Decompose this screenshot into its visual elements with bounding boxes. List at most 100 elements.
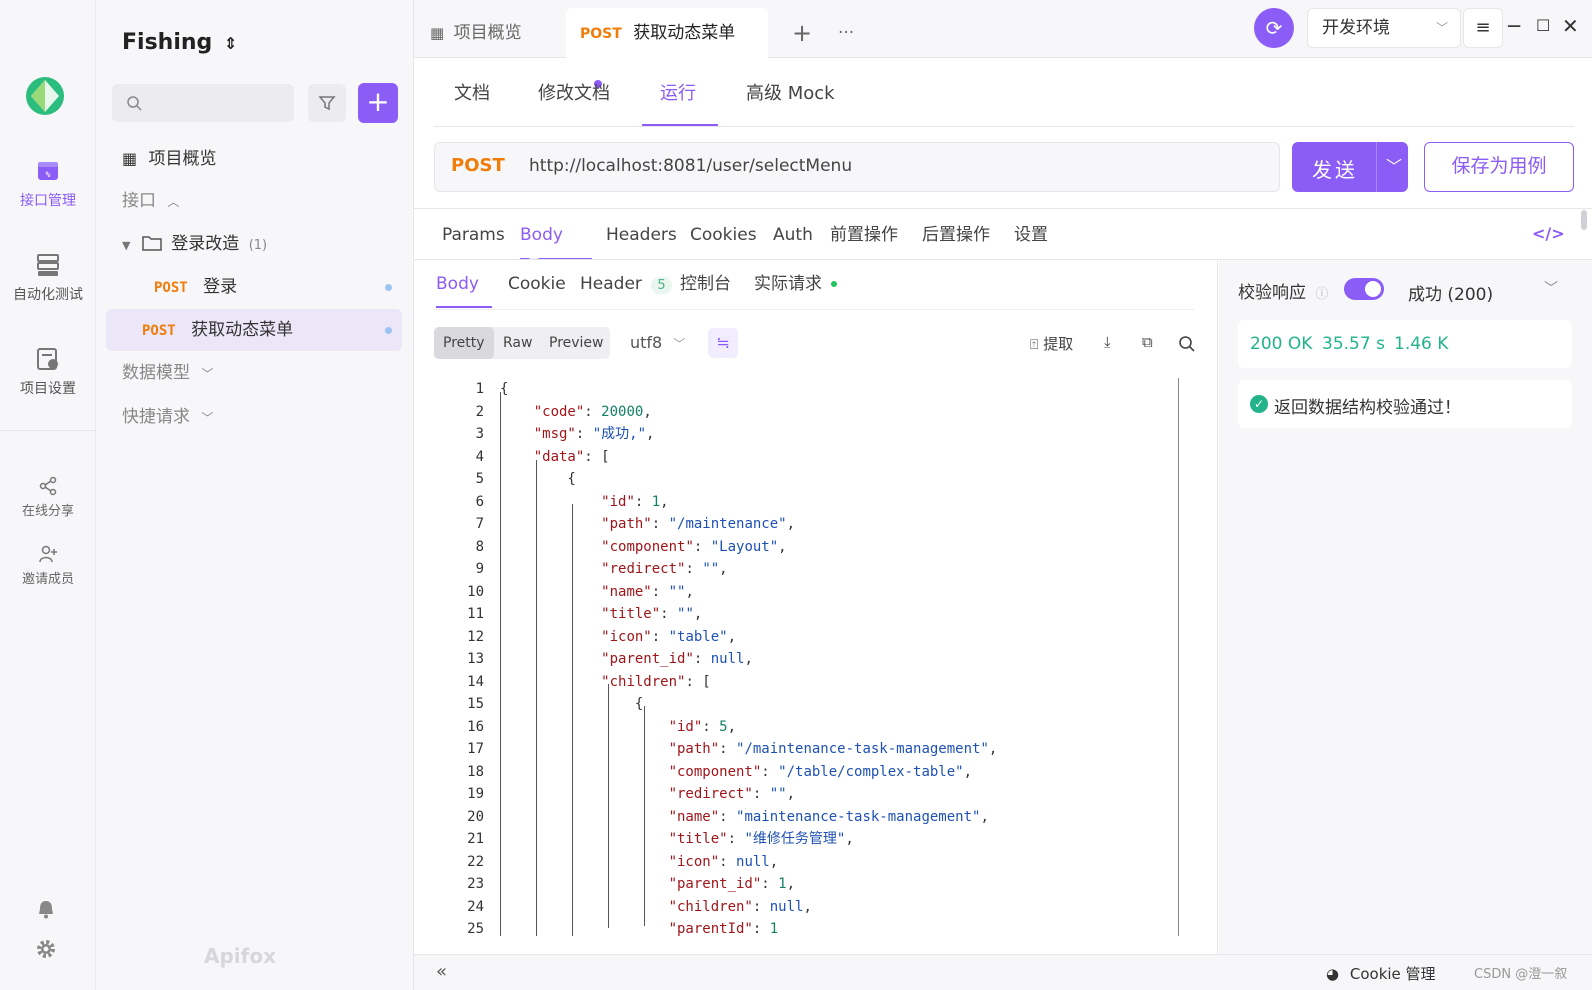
- save-as-case-button[interactable]: 保存为用例: [1424, 142, 1574, 192]
- rail-item-invite[interactable]: 邀请成员: [0, 544, 96, 587]
- tree-section-api[interactable]: 接口 ︿: [106, 180, 402, 222]
- send-button[interactable]: 发送 ﹀: [1292, 142, 1408, 192]
- url-input[interactable]: http://localhost:8081/user/selectMenu: [529, 156, 852, 176]
- param-tab-auth[interactable]: Auth: [773, 220, 813, 260]
- json-value: "": [702, 561, 720, 577]
- code-line: "title": "维修任务管理",: [668, 831, 854, 847]
- line-number: 12: [467, 628, 484, 645]
- http-status: 200 OK: [1250, 334, 1313, 354]
- left-rail: % 接口管理 自动化测试 项目设置 在线分享 邀请成员: [0, 0, 96, 990]
- response-time: 35.57 s: [1322, 334, 1385, 354]
- more-tabs-button[interactable]: ···: [824, 8, 868, 58]
- app-logo-icon: [26, 77, 64, 115]
- tree-endpoint-menu[interactable]: POST 获取动态菜单: [106, 309, 402, 351]
- chevron-down-icon[interactable]: ﹀: [1544, 278, 1558, 298]
- bell-icon[interactable]: [35, 898, 57, 920]
- line-number-gutter: 1 2 3 4 5 6 7 8 9 10 11 12 13 14 15 16 17 18 19 20 21 22 23 24 2…: [436, 378, 484, 936]
- format-raw[interactable]: Raw: [494, 327, 541, 359]
- plus-icon: +: [366, 85, 390, 118]
- folder-count: (1): [248, 238, 268, 253]
- menu-button[interactable]: ≡: [1463, 8, 1503, 48]
- minimize-button[interactable]: ─: [1508, 14, 1520, 38]
- copy-icon[interactable]: ⧉: [1142, 333, 1153, 351]
- subtab-run[interactable]: 运行: [642, 74, 718, 126]
- json-value: "table": [668, 628, 728, 645]
- status-bar: « ◕ Cookie 管理 CSDN @澄一叙: [414, 954, 1592, 990]
- environment-select[interactable]: 开发环境 ﹀: [1307, 8, 1461, 48]
- tree-item-overview[interactable]: ▦ 项目概览: [106, 138, 402, 180]
- response-tab-actual-request[interactable]: 实际请求: [754, 270, 838, 308]
- param-tab-pre[interactable]: 前置操作: [830, 220, 898, 260]
- search-icon[interactable]: [1178, 335, 1196, 353]
- extract-button[interactable]: ⍐ 提取: [1030, 333, 1073, 354]
- param-tab-body[interactable]: Body 1: [520, 220, 592, 275]
- gear-icon[interactable]: [35, 938, 57, 960]
- wrap-toggle[interactable]: ≒: [708, 328, 738, 358]
- cookie-manager-label: Cookie 管理: [1349, 965, 1436, 983]
- validate-status-select[interactable]: 成功 (200): [1408, 280, 1493, 305]
- watermark-text: CSDN @澄一叙: [1474, 967, 1568, 982]
- json-value: "maintenance-task-management": [736, 808, 981, 825]
- sync-button[interactable]: ⟳: [1254, 8, 1294, 48]
- response-code-editor[interactable]: 1 2 3 4 5 6 7 8 9 10 11 12 13 14 15 16 17 18 19 20 21 22 23 24 2…: [436, 378, 1198, 936]
- response-tab-body[interactable]: Body: [436, 270, 492, 308]
- status-dot: [831, 281, 838, 287]
- chevron-down-icon: ﹀: [1435, 21, 1448, 35]
- search-icon: [127, 96, 142, 111]
- brand-watermark: Apifox: [204, 944, 276, 968]
- add-button[interactable]: +: [358, 83, 398, 123]
- tree-section-data-model[interactable]: 数据模型 ﹀: [106, 352, 402, 394]
- rail-item-share[interactable]: 在线分享: [0, 476, 96, 519]
- new-tab-button[interactable]: +: [778, 8, 826, 58]
- param-tab-settings[interactable]: 设置: [1014, 220, 1048, 260]
- scrollbar[interactable]: [1581, 210, 1587, 230]
- subtab-doc[interactable]: 文档: [436, 74, 508, 126]
- chevron-down-icon[interactable]: ﹀: [1386, 153, 1402, 177]
- code-line: "parent_id": 1,: [668, 876, 796, 892]
- param-tab-headers[interactable]: Headers: [606, 220, 677, 260]
- editor-scrollbar[interactable]: [1178, 378, 1179, 936]
- project-switcher[interactable]: Fishing ⇕: [122, 30, 237, 55]
- format-preview[interactable]: Preview: [540, 327, 613, 359]
- format-switcher: Pretty Raw Preview: [434, 327, 610, 359]
- cookie-manager-button[interactable]: ◕ Cookie 管理: [1326, 963, 1436, 984]
- tree-section-quick-request[interactable]: 快捷请求 ﹀: [106, 396, 402, 438]
- param-tab-cookies[interactable]: Cookies: [690, 220, 757, 260]
- close-button[interactable]: ✕: [1562, 14, 1579, 38]
- subtab-mock[interactable]: 高级 Mock: [728, 74, 853, 126]
- format-pretty[interactable]: Pretty: [434, 327, 494, 359]
- tree-endpoint-login[interactable]: POST 登录: [106, 266, 402, 308]
- validate-toggle[interactable]: [1344, 278, 1384, 300]
- encoding-select[interactable]: utf8 ﹀: [630, 333, 685, 352]
- tree-folder[interactable]: ▼ 登录改造 (1): [106, 223, 402, 265]
- rail-item-project-settings[interactable]: 项目设置: [0, 346, 96, 398]
- response-tab-console[interactable]: 控制台: [680, 270, 731, 308]
- tab-overview[interactable]: ▦ 项目概览: [416, 8, 536, 58]
- download-icon[interactable]: ⤓: [1104, 333, 1111, 351]
- json-value: "": [677, 606, 694, 622]
- line-number: 19: [467, 786, 484, 802]
- tab-active-endpoint[interactable]: POST 获取动态菜单: [566, 8, 768, 88]
- json-value: 1: [769, 921, 779, 936]
- param-tab-params[interactable]: Params: [442, 220, 505, 260]
- collapse-sidebar-icon[interactable]: «: [436, 961, 447, 982]
- code-line: {: [500, 381, 509, 397]
- code-gen-icon[interactable]: </>: [1532, 224, 1565, 243]
- grid-icon: ▦: [122, 149, 138, 168]
- rail-small-label: 邀请成员: [21, 572, 74, 587]
- method-select[interactable]: POST: [451, 155, 505, 176]
- project-name: Fishing: [122, 30, 213, 55]
- response-tab-cookie[interactable]: Cookie: [508, 270, 566, 308]
- subtab-edit-doc[interactable]: 修改文档: [520, 74, 628, 126]
- code-line: "children": [: [601, 673, 711, 690]
- rail-item-label: 项目设置: [20, 381, 76, 397]
- rail-item-auto-test[interactable]: 自动化测试: [0, 252, 96, 304]
- filter-button[interactable]: [308, 84, 346, 122]
- rail-item-api-manage[interactable]: % 接口管理: [0, 158, 96, 210]
- maximize-button[interactable]: ☐: [1536, 16, 1550, 35]
- param-tab-post[interactable]: 后置操作: [922, 220, 990, 260]
- invite-member-icon: [39, 545, 57, 563]
- line-number: 2: [475, 403, 484, 420]
- response-tab-header[interactable]: Header 5: [580, 270, 672, 308]
- tree-search-input[interactable]: [112, 84, 294, 122]
